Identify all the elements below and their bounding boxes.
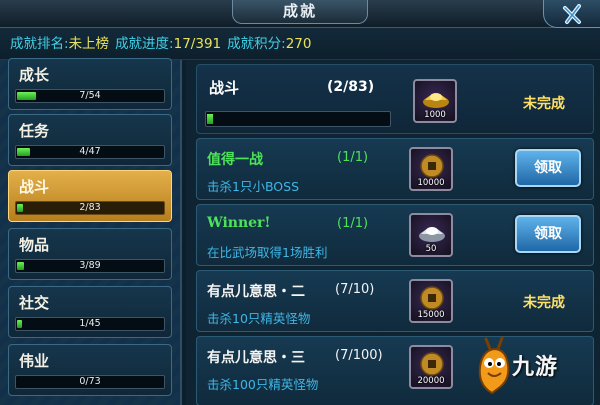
category-sidebar: 成长 7/54 任务 4/47 战斗 2/83 物品 3/89 社交 1/45: [0, 58, 182, 405]
watermark: 九游: [472, 331, 596, 401]
category-tasks[interactable]: 任务 4/47: [8, 114, 172, 166]
reward-slot[interactable]: 15000: [409, 279, 453, 323]
achievement-name: 有点儿意思・三: [207, 350, 305, 366]
category-header: 战斗 (2/83) 1000 未完成: [196, 64, 594, 134]
category-count: 7/54: [79, 90, 101, 101]
watermark-text: 九游: [512, 355, 559, 380]
achievement-name: Winner!: [207, 215, 271, 231]
points-label: 成就积分:: [227, 36, 286, 52]
reward-amount: 20000: [417, 376, 445, 386]
reward-slot[interactable]: 50: [409, 213, 453, 257]
category-feats[interactable]: 伟业 0/73: [8, 344, 172, 396]
copper-coin-icon: [420, 154, 444, 178]
progress-label: 成就进度:: [115, 36, 174, 52]
category-growth[interactable]: 成长 7/54: [8, 58, 172, 110]
achievement-row: 值得一战 (1/1) 击杀1只小BOSS 10000 领取: [196, 138, 594, 200]
category-label: 战斗: [19, 178, 50, 196]
category-progress-bar: 4/47: [15, 145, 165, 159]
category-items[interactable]: 物品 3/89: [8, 228, 172, 280]
status-incomplete: 未完成: [523, 295, 565, 311]
reward-slot[interactable]: 20000: [409, 345, 453, 389]
achievement-row: Winner! (1/1) 在比武场取得1场胜利 50 领取: [196, 204, 594, 266]
achievement-description: 击杀100只精英怪物: [207, 377, 319, 392]
category-progress-bar: 2/83: [15, 201, 165, 215]
category-count: 1/45: [79, 318, 101, 329]
category-count: 0/73: [79, 376, 101, 387]
category-social[interactable]: 社交 1/45: [8, 286, 172, 338]
reward-amount: 50: [425, 244, 437, 254]
category-combat[interactable]: 战斗 2/83: [8, 170, 172, 222]
status-incomplete: 未完成: [523, 96, 565, 112]
achievement-name: 值得一战: [207, 152, 263, 168]
window-title: 成就: [232, 0, 368, 24]
copper-coin-icon: [420, 352, 444, 376]
title-bar: 成就: [0, 0, 600, 28]
mascot-icon: [478, 336, 510, 395]
reward-amount: 15000: [417, 310, 445, 320]
category-progress-bar: 3/89: [15, 259, 165, 273]
achievement-description: 在比武场取得1场胜利: [207, 245, 328, 260]
achievement-name: 有点儿意思・二: [207, 284, 305, 300]
category-header-progress-bar: [205, 111, 391, 127]
achievement-progress: (7/100): [335, 348, 383, 363]
category-label: 成长: [19, 66, 50, 84]
achievement-description: 击杀1只小BOSS: [207, 179, 300, 194]
reward-slot[interactable]: 1000: [413, 79, 457, 123]
category-label: 物品: [19, 236, 50, 254]
close-icon: [563, 4, 581, 24]
achievement-summary: 成就排名:未上榜 成就进度:17/391 成就积分:270: [0, 28, 600, 60]
silver-ingot-icon: [419, 227, 445, 242]
category-count: 3/89: [79, 260, 101, 271]
points-value: 270: [285, 36, 312, 52]
category-count: 4/47: [79, 146, 101, 157]
category-label: 社交: [19, 294, 50, 312]
rank-value: 未上榜: [68, 36, 110, 52]
achievement-progress: (1/1): [337, 150, 369, 165]
reward-amount: 1000: [424, 110, 446, 120]
achievement-progress: (1/1): [337, 216, 369, 231]
category-header-progress-fill: [207, 114, 213, 124]
achievement-progress: (7/10): [335, 282, 375, 297]
category-label: 任务: [19, 122, 50, 140]
category-count: 2/83: [79, 202, 101, 213]
category-progress-bar: 1/45: [15, 317, 165, 331]
category-progress-bar: 0/73: [15, 375, 165, 389]
claim-reward-button[interactable]: 领取: [515, 215, 581, 253]
copper-coin-icon: [420, 286, 444, 310]
rank-label: 成就排名:: [10, 36, 69, 52]
close-button[interactable]: [543, 0, 600, 28]
achievement-row: 有点儿意思・二 (7/10) 击杀10只精英怪物 15000 未完成: [196, 270, 594, 332]
category-header-title: 战斗: [209, 79, 240, 97]
category-label: 伟业: [19, 352, 50, 370]
reward-amount: 10000: [417, 178, 445, 188]
progress-value: 17/391: [173, 36, 222, 52]
gold-ingot-icon: [423, 93, 449, 108]
reward-slot[interactable]: 10000: [409, 147, 453, 191]
category-progress-bar: 7/54: [15, 89, 165, 103]
achievement-description: 击杀10只精英怪物: [207, 311, 311, 326]
category-header-progress: (2/83): [327, 79, 375, 95]
claim-reward-button[interactable]: 领取: [515, 149, 581, 187]
